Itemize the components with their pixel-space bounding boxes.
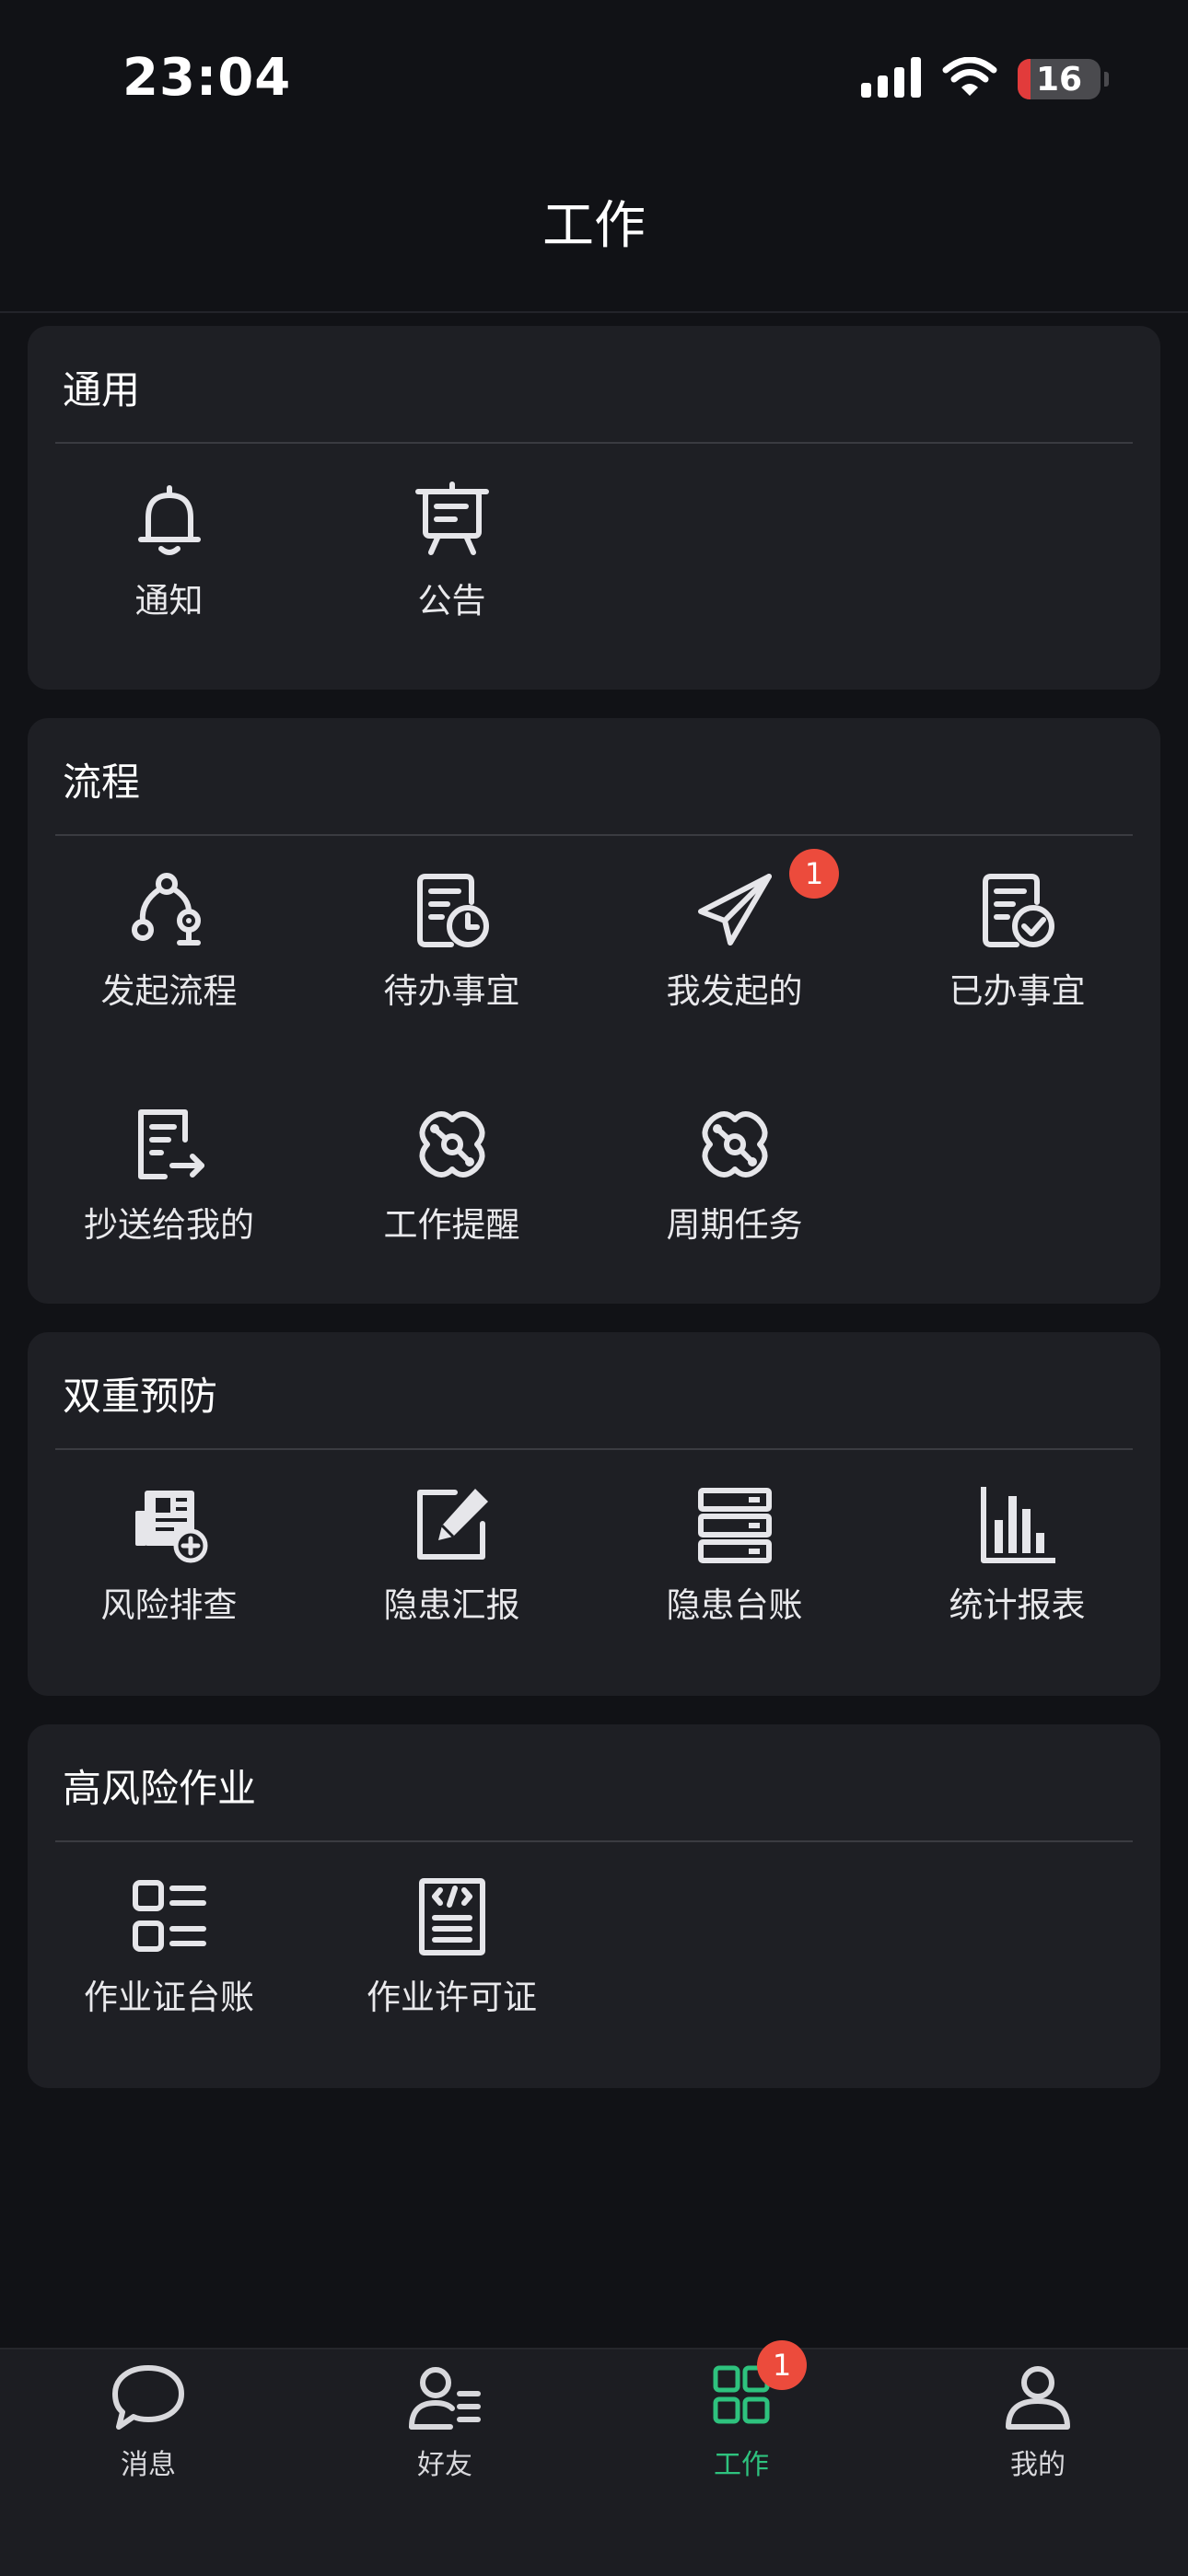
flow-start-icon [128,869,211,952]
section-general: 通用 通知 公告 [28,326,1160,690]
reminder-orbit-icon [411,1103,494,1186]
page-title: 工作 [542,196,646,256]
announcement-board-icon [411,479,494,562]
status-bar: 23:04 16 [0,0,1188,157]
grid-item-label: 公告 [417,581,486,621]
header-divider [0,311,1188,313]
section-divider [55,1840,1133,1842]
grid-item-hazard-ledger[interactable]: 隐患台账 [593,1465,876,1649]
permit-code-icon [411,1875,494,1958]
grid-item-label: 抄送给我的 [84,1205,254,1245]
contacts-icon [406,2362,483,2432]
grid-item-work-reminder[interactable]: 工作提醒 [310,1085,593,1269]
section-title: 双重预防 [63,1374,218,1419]
person-icon [999,2362,1077,2432]
section-divider [55,834,1133,836]
grid-item-label: 我发起的 [666,971,803,1011]
battery-tip [1104,72,1109,87]
tab-label: 工作 [714,2449,769,2481]
section-divider [55,442,1133,444]
grid-item-announcement[interactable]: 公告 [310,460,593,644]
grid-item-permit-ledger[interactable]: 作业证台账 [28,1857,310,2041]
ledger-stack-icon [693,1483,776,1566]
chat-bubble-icon [110,2362,187,2432]
bell-icon [128,479,211,562]
section-high-risk-work: 高风险作业 作业证台账 作业许可证 [28,1724,1160,2088]
signal-icon [861,57,922,101]
risk-check-icon [128,1483,211,1566]
grid-item-label: 发起流程 [100,971,238,1011]
grid-item-label: 通知 [134,581,204,621]
grid-item-label: 作业许可证 [367,1978,537,2017]
battery-level-text: 16 [1035,60,1083,99]
tab-label: 消息 [121,2449,176,2481]
grid-item-label: 周期任务 [666,1205,803,1245]
grid-item-work-permit[interactable]: 作业许可证 [310,1857,593,2041]
section-title: 流程 [63,760,141,805]
grid-item-cc-to-me[interactable]: 抄送给我的 [28,1085,310,1269]
list-grid-icon [128,1875,211,1958]
grid-item-hazard-report[interactable]: 隐患汇报 [310,1465,593,1649]
tab-messages[interactable]: 消息 [0,2350,297,2488]
tab-work[interactable]: 1 工作 [593,2340,890,2488]
tab-label: 好友 [417,2449,472,2481]
grid-item-todo[interactable]: 待办事宜 [310,851,593,1035]
grid-item-label: 工作提醒 [383,1205,520,1245]
grid-item-done[interactable]: 已办事宜 [876,851,1159,1035]
wifi-icon [942,56,997,101]
status-icons: 16 [861,56,1109,101]
bar-chart-icon [976,1483,1059,1566]
tab-label: 我的 [1010,2449,1066,2481]
grid-item-label: 作业证台账 [84,1978,254,2017]
section-dual-prevention: 双重预防 风险排查 隐患汇报 隐患台账 统计报表 [28,1332,1160,1696]
todo-clock-icon [411,869,494,952]
grid-item-statistics[interactable]: 统计报表 [876,1465,1159,1649]
section-divider [55,1448,1133,1450]
tab-friends[interactable]: 好友 [297,2350,593,2488]
done-check-icon [976,869,1059,952]
grid-item-label: 待办事宜 [383,971,520,1011]
grid-item-label: 已办事宜 [949,971,1086,1011]
section-process: 流程 发起流程 待办事宜 1 我发起的 已办事宜 抄送给我的 工作提醒 周期任务 [28,718,1160,1304]
grid-item-start-flow[interactable]: 发起流程 [28,851,310,1035]
grid-item-notification[interactable]: 通知 [28,460,310,644]
grid-item-label: 隐患汇报 [383,1585,520,1625]
notification-badge: 1 [757,2340,807,2390]
battery-indicator: 16 [1018,59,1101,99]
battery-icon: 16 [1018,59,1109,99]
grid-item-label: 隐患台账 [666,1585,803,1625]
grid-item-label: 风险排查 [100,1585,238,1625]
cc-document-icon [128,1103,211,1186]
edit-report-icon [411,1483,494,1566]
section-title: 通用 [63,367,141,412]
status-time: 23:04 [122,48,292,108]
paper-plane-icon [693,869,776,952]
grid-item-my-initiated[interactable]: 1 我发起的 [593,849,876,1035]
grid-item-cycle-task[interactable]: 周期任务 [593,1085,876,1269]
cycle-task-icon [693,1103,776,1186]
tab-bar: 消息 好友 1 工作 我的 [0,2340,1188,2576]
grid-item-risk-check[interactable]: 风险排查 [28,1465,310,1649]
grid-item-label: 统计报表 [949,1585,1086,1625]
tab-mine[interactable]: 我的 [890,2350,1186,2488]
section-title: 高风险作业 [63,1766,257,1811]
notification-badge: 1 [789,849,839,899]
